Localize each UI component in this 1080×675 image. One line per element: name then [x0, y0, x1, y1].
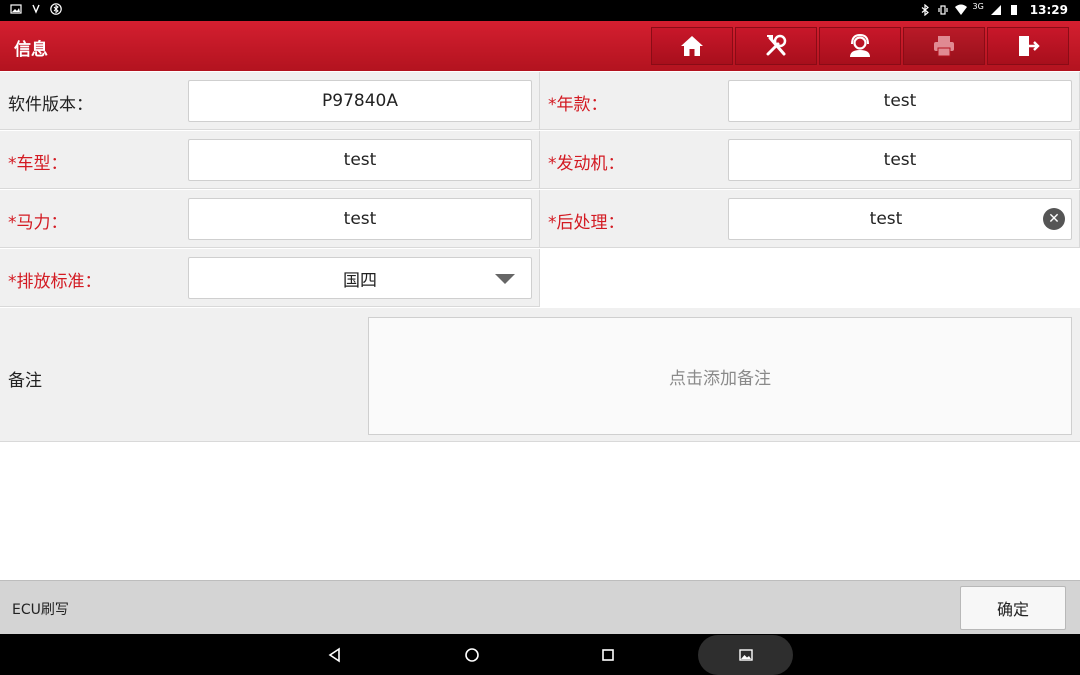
confirm-button[interactable]: 确定: [960, 586, 1066, 630]
aftertreatment-label: *后处理：: [548, 213, 625, 233]
print-icon: [934, 36, 954, 57]
home-icon: [681, 36, 703, 56]
tools-button[interactable]: [735, 27, 817, 65]
tools-icon: [766, 34, 787, 56]
year-field[interactable]: test: [728, 80, 1072, 122]
aftertreatment-field-container[interactable]: test ✕: [728, 198, 1072, 240]
status-bar: 3G 13:29: [0, 0, 1080, 21]
exit-icon: [1019, 36, 1040, 56]
app-header: 信息: [0, 21, 1080, 71]
home-button[interactable]: [651, 27, 733, 65]
software-version-row: 软件版本： P97840A: [0, 72, 540, 130]
bluetooth-circle-icon: [50, 3, 62, 15]
engine-field[interactable]: test: [728, 139, 1072, 181]
home-circle-icon: [465, 648, 479, 662]
recents-button[interactable]: [595, 642, 621, 668]
engine-label: *发动机：: [548, 154, 625, 174]
footer-bar: ECU刷写 确定: [0, 580, 1080, 634]
model-field[interactable]: test: [188, 139, 532, 181]
emission-row: *排放标准： 国四: [0, 249, 540, 307]
horsepower-label: *马力：: [8, 213, 68, 233]
notes-input[interactable]: 点击添加备注: [368, 317, 1072, 435]
horsepower-row: *马力： test: [0, 190, 540, 248]
emission-select[interactable]: 国四: [188, 257, 532, 299]
notification-image-icon: [10, 3, 22, 15]
print-button[interactable]: [903, 27, 985, 65]
horsepower-field[interactable]: test: [188, 198, 532, 240]
back-button[interactable]: [322, 642, 348, 668]
battery-icon: [1008, 4, 1020, 16]
support-agent-icon: [850, 33, 870, 57]
model-label: *车型：: [8, 154, 68, 174]
usb-debug-icon: [30, 3, 42, 15]
system-nav-bar: [0, 634, 1080, 675]
software-version-label: 软件版本：: [8, 95, 93, 115]
aftertreatment-row: *后处理： test ✕: [540, 190, 1080, 248]
network-type-label: 3G: [972, 1, 984, 11]
chevron-down-icon: [495, 274, 515, 284]
software-version-field: P97840A: [188, 80, 532, 122]
emission-label: *排放标准：: [8, 272, 102, 292]
engine-row: *发动机： test: [540, 131, 1080, 189]
breadcrumb: ECU刷写: [12, 602, 69, 618]
aftertreatment-field[interactable]: test: [870, 209, 903, 229]
support-button[interactable]: [819, 27, 901, 65]
wifi-icon: [954, 4, 967, 16]
exit-button[interactable]: [987, 27, 1069, 65]
year-row: *年款： test: [540, 72, 1080, 130]
model-row: *车型： test: [0, 131, 540, 189]
screenshot-icon: [738, 649, 753, 661]
screenshot-button[interactable]: [698, 635, 793, 675]
status-time: 13:29: [1029, 3, 1068, 17]
recents-square-icon: [602, 649, 614, 661]
clear-icon[interactable]: ✕: [1043, 208, 1065, 230]
bluetooth-icon: [919, 3, 931, 17]
notes-label: 备注: [8, 371, 42, 391]
home-nav-button[interactable]: [459, 642, 485, 668]
back-triangle-icon: [328, 647, 340, 663]
notes-row: 备注 点击添加备注: [0, 308, 1080, 442]
vibrate-icon: [937, 4, 949, 16]
signal-icon: [990, 4, 1002, 16]
page-title: 信息: [14, 40, 48, 60]
emission-selected-value: 国四: [343, 270, 377, 291]
year-label: *年款：: [548, 95, 608, 115]
